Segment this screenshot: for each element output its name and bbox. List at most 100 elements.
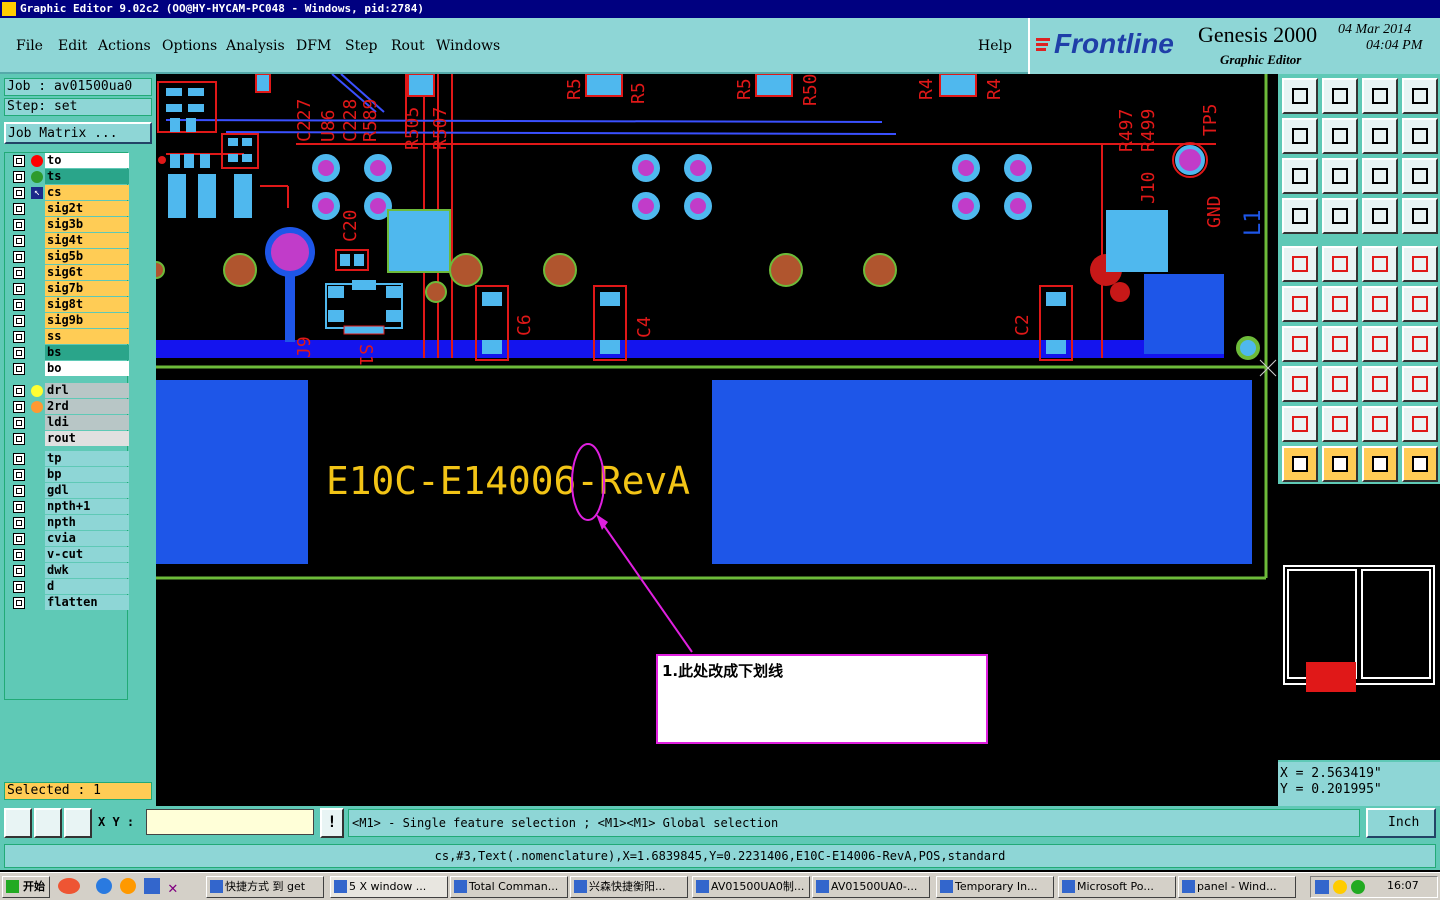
select-net-icon[interactable] (1402, 446, 1438, 482)
layer-row-cs[interactable]: ↖ cs (13, 185, 129, 201)
triangle-icon[interactable] (1282, 406, 1318, 442)
alert-icon[interactable]: ! (320, 808, 344, 838)
layer-row-bp[interactable]: bp (13, 467, 129, 483)
layer-checkbox[interactable] (13, 433, 25, 445)
undo-view-icon[interactable] (1362, 118, 1398, 154)
overview-map[interactable] (1278, 556, 1440, 760)
layer-row-cvia[interactable]: cvia (13, 531, 129, 547)
snap-point-icon[interactable] (1402, 246, 1438, 282)
layer-checkbox[interactable] (13, 385, 25, 397)
move-icon[interactable] (1362, 286, 1398, 322)
layer-checkbox[interactable] (13, 219, 25, 231)
polygon-icon[interactable] (1322, 406, 1358, 442)
taskbar-item[interactable]: Temporary In... (936, 876, 1054, 898)
redraw-icon[interactable] (1402, 118, 1438, 154)
grid-icon[interactable] (1322, 198, 1358, 234)
layer-row-2rd[interactable]: 2rd (13, 399, 129, 415)
layer-row-bs[interactable]: bs (13, 345, 129, 361)
layer-row-sig6t[interactable]: sig6t (13, 265, 129, 281)
layer-checkbox[interactable] (13, 187, 25, 199)
menu-edit[interactable]: Edit (58, 38, 87, 54)
layer-row-ldi[interactable]: ldi (13, 415, 129, 431)
layer-row-sig3b[interactable]: sig3b (13, 217, 129, 233)
layer-checkbox[interactable] (13, 453, 25, 465)
layer-row-to[interactable]: to (13, 153, 129, 169)
taskbar-item[interactable]: panel - Wind... (1178, 876, 1296, 898)
input-method-icon[interactable] (1315, 880, 1329, 894)
menu-step[interactable]: Step (345, 38, 377, 54)
layer-checkbox[interactable] (13, 171, 25, 183)
layer-checkbox[interactable] (13, 315, 25, 327)
layer-checkbox[interactable] (13, 363, 25, 375)
fit-icon[interactable] (1282, 158, 1318, 194)
layer-row-npth[interactable]: npth (13, 515, 129, 531)
menu-windows[interactable]: Windows (436, 38, 500, 54)
graphic-canvas[interactable]: C227 U86 C228 R589 R505 R507 R5 R5 R5 R5… (156, 74, 1278, 806)
measure-icon[interactable] (1282, 198, 1318, 234)
layer-checkbox[interactable] (13, 251, 25, 263)
menu-dfm[interactable]: DFM (296, 38, 331, 54)
shape-b-icon[interactable] (1402, 406, 1438, 442)
home-icon[interactable] (1282, 78, 1318, 114)
board-text[interactable]: E10C-E14006-RevA (326, 459, 690, 503)
layer-checkbox[interactable] (13, 549, 25, 561)
taskbar-item[interactable]: Microsoft Po... (1058, 876, 1176, 898)
app-icon[interactable] (144, 878, 160, 894)
taskbar-item[interactable]: AV01500UA0-... (812, 876, 930, 898)
zoom-in-icon[interactable] (1322, 78, 1358, 114)
center-icon[interactable] (1322, 158, 1358, 194)
taskbar-item[interactable]: 快捷方式 到 get (206, 876, 324, 898)
layer-checkbox[interactable] (13, 283, 25, 295)
layer-row-tp[interactable]: tp (13, 451, 129, 467)
menu-file[interactable]: File (16, 38, 43, 54)
ruler-icon[interactable] (1362, 246, 1398, 282)
layer-checkbox[interactable] (13, 331, 25, 343)
job-matrix-button[interactable]: Job Matrix ... (4, 122, 152, 144)
split-icon[interactable] (1362, 366, 1398, 402)
layer-row-npth-1[interactable]: npth+1 (13, 499, 129, 515)
zoom-fit-icon[interactable] (4, 808, 32, 838)
layer-checkbox[interactable] (13, 299, 25, 311)
nodes-icon[interactable] (1402, 366, 1438, 402)
text-icon[interactable] (1402, 326, 1438, 362)
layer-checkbox[interactable] (13, 597, 25, 609)
layer-row-d[interactable]: d (13, 579, 129, 595)
layer-row-flatten[interactable]: flatten (13, 595, 129, 611)
pad-shape-icon[interactable] (1282, 366, 1318, 402)
copy-icon[interactable] (1402, 286, 1438, 322)
select-touch-icon[interactable] (1362, 446, 1398, 482)
layer-checkbox[interactable] (13, 417, 25, 429)
layer-row-sig2t[interactable]: sig2t (13, 201, 129, 217)
layer-checkbox[interactable] (13, 533, 25, 545)
taskbar-item[interactable]: 5 X window ... (330, 876, 448, 898)
layer-row-dwk[interactable]: dwk (13, 563, 129, 579)
start-button[interactable]: 开始 (2, 876, 50, 898)
layer-checkbox[interactable] (13, 469, 25, 481)
network-icon[interactable] (1351, 880, 1365, 894)
xy-input[interactable] (146, 809, 314, 835)
layer-row-sig9b[interactable]: sig9b (13, 313, 129, 329)
snap-icon[interactable] (1362, 198, 1398, 234)
line-icon[interactable] (1322, 326, 1358, 362)
menu-rout[interactable]: Rout (391, 38, 425, 54)
layer-row-sig8t[interactable]: sig8t (13, 297, 129, 313)
add-pad-icon[interactable] (1282, 246, 1318, 282)
taskbar-item[interactable]: 兴森快捷衡阳... (570, 876, 688, 898)
dash-icon[interactable] (1322, 366, 1358, 402)
layer-row-ts[interactable]: ts (13, 169, 129, 185)
grid-snap-icon[interactable] (64, 808, 92, 838)
layer-row-ss[interactable]: ss (13, 329, 129, 345)
layer-row-v-cut[interactable]: v-cut (13, 547, 129, 563)
pan-left-icon[interactable] (1282, 118, 1318, 154)
tray-icon[interactable] (1333, 880, 1347, 894)
units-select[interactable]: Inch (1366, 808, 1436, 838)
menu-help[interactable]: Help (978, 38, 1012, 54)
clock-app-icon[interactable] (120, 878, 136, 894)
layer-checkbox[interactable] (13, 347, 25, 359)
menu-analysis[interactable]: Analysis (226, 38, 285, 54)
menu-options[interactable]: Options (162, 38, 217, 54)
layer-checkbox[interactable] (13, 401, 25, 413)
layer-checkbox[interactable] (13, 235, 25, 247)
layer-checkbox[interactable] (13, 517, 25, 529)
layer-checkbox[interactable] (13, 565, 25, 577)
